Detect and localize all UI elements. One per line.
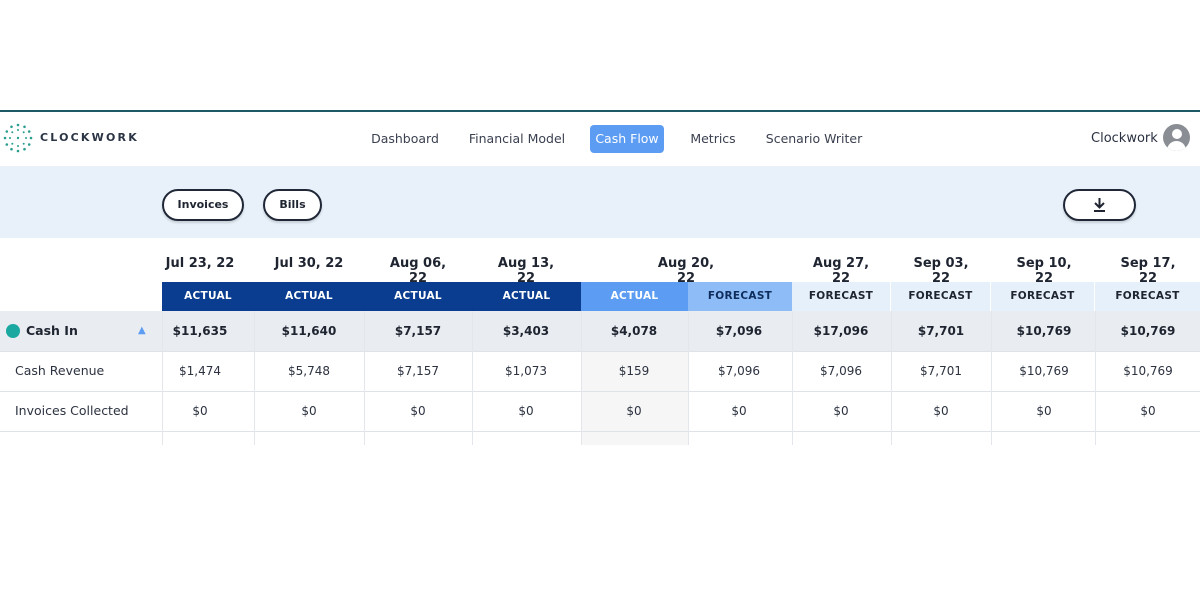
table-cell: $10,769 (1123, 364, 1173, 378)
status-badge: ACTUAL (472, 282, 581, 311)
column-date: Jul 23, 22 (165, 256, 235, 271)
nav-scenario-writer[interactable]: Scenario Writer (760, 125, 868, 153)
status-badge: FORECAST (792, 282, 891, 311)
table-cell: $7,096 (715, 324, 763, 338)
status-badge: FORECAST (891, 282, 991, 311)
table-cell: $3,403 (502, 324, 550, 338)
toolbar: Invoices Bills (0, 166, 1200, 238)
status-badge: ACTUAL (581, 282, 688, 311)
table-cell: $11,635 (172, 324, 228, 338)
chevron-up-icon[interactable]: ▲ (138, 311, 146, 351)
bills-button[interactable]: Bills (263, 189, 322, 221)
column-divider (1095, 311, 1096, 445)
column-divider (364, 311, 365, 445)
table-cell: $17,096 (813, 324, 869, 338)
column-divider (792, 311, 793, 445)
table-cell: $0 (410, 404, 426, 418)
table-cell: $5,892 (271, 431, 347, 445)
cash-in-dot-icon (6, 324, 20, 338)
table-cell: $2,330 (488, 431, 564, 445)
column-divider (472, 311, 473, 445)
table-cell: $0 (833, 404, 849, 418)
nav-dashboard[interactable]: Dashboard (365, 125, 445, 153)
table-cell: $0 (933, 404, 949, 418)
brand-name: CLOCKWORK (40, 131, 139, 144)
table-cell: $10,000 (803, 431, 879, 445)
download-icon (1094, 198, 1105, 212)
table-cell: $10,769 (1019, 364, 1069, 378)
table-cell: $5,748 (288, 364, 330, 378)
avatar-icon[interactable] (1163, 124, 1190, 151)
table-cell: $0 (1110, 431, 1186, 445)
chevron-down-icon[interactable]: ▼ (138, 431, 146, 445)
table-cell: $4,078 (610, 324, 658, 338)
column-divider (688, 311, 689, 445)
row-label-cash-revenue: Cash Revenue (15, 363, 105, 378)
table-cell: $159 (618, 364, 650, 378)
table-cell: $0 (1006, 431, 1082, 445)
user-name[interactable]: Clockwork (1091, 131, 1158, 146)
column-date: Jul 30, 22 (274, 256, 344, 271)
row-label-other-cash-in: Other Cash In (15, 431, 101, 445)
table-cell: $0 (1140, 404, 1156, 418)
column-divider (991, 311, 992, 445)
table-cell: $0 (1036, 404, 1052, 418)
table-cell: $0 (701, 431, 777, 445)
status-badge: ACTUAL (162, 282, 254, 311)
table-cell: $7,701 (920, 364, 962, 378)
table-cell: $7,157 (397, 364, 439, 378)
table-cell: $0 (192, 404, 208, 418)
column-divider (581, 311, 582, 445)
table-cell: $1,474 (179, 364, 221, 378)
table-cell: $10,769 (1120, 324, 1176, 338)
app-window: CLOCKWORK Dashboard Financial Model Cash… (0, 110, 1200, 445)
table-cell: $0 (380, 431, 456, 445)
table-cell: $0 (626, 404, 642, 418)
nav-metrics[interactable]: Metrics (683, 125, 743, 153)
row-label-invoices-collected: Invoices Collected (15, 403, 129, 418)
table-cell: $11,640 (281, 324, 337, 338)
invoices-button[interactable]: Invoices (162, 189, 244, 221)
table-cell: $7,096 (820, 364, 862, 378)
top-nav: CLOCKWORK Dashboard Financial Model Cash… (0, 112, 1200, 166)
row-label-cash-in: Cash In (26, 323, 78, 338)
status-badge: ACTUAL (364, 282, 472, 311)
table-cell: $3,919 (596, 431, 672, 445)
column-divider (891, 311, 892, 445)
table-cell: $7,157 (394, 324, 442, 338)
status-badge: FORECAST (991, 282, 1095, 311)
table-cell: $1,073 (505, 364, 547, 378)
table-cell: $7,096 (718, 364, 760, 378)
status-badge: FORECAST (1095, 282, 1200, 311)
table-cell: $10,769 (1016, 324, 1072, 338)
clockwork-logo-icon (3, 123, 33, 153)
table-cell: $10,161 (162, 431, 238, 445)
nav-cash-flow[interactable]: Cash Flow (590, 125, 664, 153)
table-cell: $0 (518, 404, 534, 418)
status-badge: FORECAST (688, 282, 792, 311)
download-button[interactable] (1063, 189, 1136, 221)
table-cell: $0 (301, 404, 317, 418)
table-cell: $0 (903, 431, 979, 445)
status-badge: ACTUAL (254, 282, 364, 311)
column-divider (254, 311, 255, 445)
cash-flow-table: Jul 23, 22 Jul 30, 22 Aug 06, 22 Aug 13,… (0, 238, 1200, 445)
table-cell: $0 (731, 404, 747, 418)
nav-financial-model[interactable]: Financial Model (462, 125, 572, 153)
table-cell: $7,701 (917, 324, 965, 338)
